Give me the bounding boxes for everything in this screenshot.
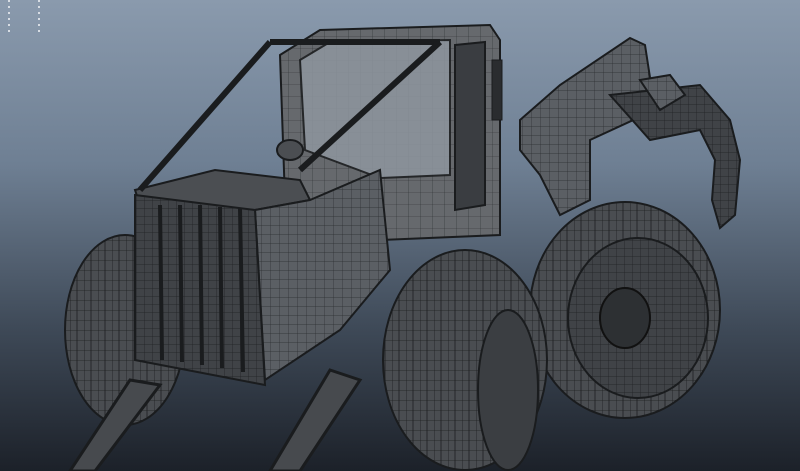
skidder-model (64, 23, 742, 471)
front-right-tire (382, 249, 548, 471)
3d-viewport[interactable] (0, 0, 800, 471)
rear-right-tire (529, 201, 721, 419)
grapple-boom (519, 36, 742, 230)
